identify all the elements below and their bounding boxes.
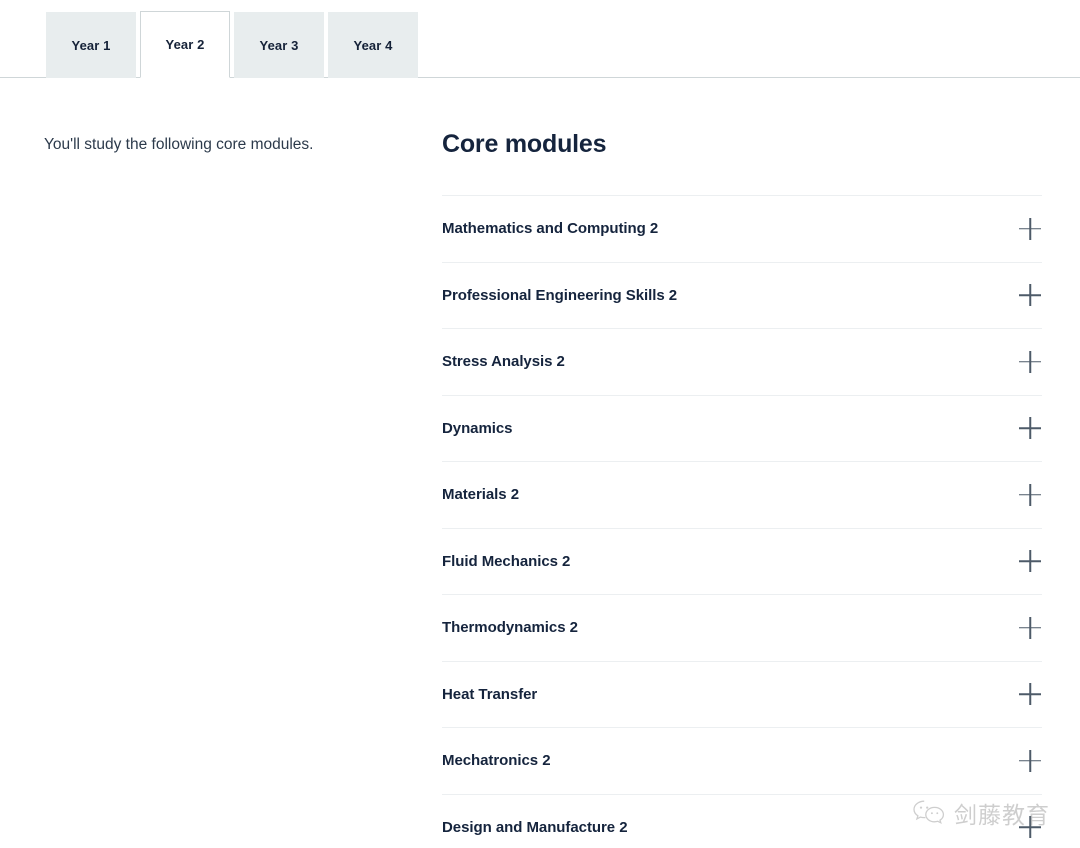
tab-year-3-label: Year 3 (259, 37, 299, 53)
module-label: Dynamics (442, 419, 513, 437)
module-label: Thermodynamics 2 (442, 619, 578, 637)
list-item: Design and Manufacture 2 (442, 795, 1042, 848)
tab-year-1[interactable]: Year 1 (46, 12, 136, 78)
module-label: Fluid Mechanics 2 (442, 552, 571, 570)
modules-column: Core modules Mathematics and Computing 2… (442, 130, 1080, 848)
module-accordion-toggle[interactable]: Thermodynamics 2 (442, 595, 1042, 661)
module-label: Mechatronics 2 (442, 752, 551, 770)
list-item: Dynamics (442, 396, 1042, 462)
plus-icon (1019, 816, 1041, 838)
page-title: Core modules (442, 130, 607, 158)
tab-year-2[interactable]: Year 2 (140, 11, 230, 78)
module-label: Design and Manufacture 2 (442, 818, 628, 836)
plus-icon (1019, 750, 1041, 772)
plus-icon (1019, 484, 1041, 506)
plus-icon (1019, 617, 1041, 639)
list-item: Thermodynamics 2 (442, 595, 1042, 662)
list-item: Stress Analysis 2 (442, 329, 1042, 396)
module-accordion-toggle[interactable]: Design and Manufacture 2 (442, 795, 1042, 848)
tab-panel-year-2: You'll study the following core modules.… (0, 78, 1080, 848)
list-item: Materials 2 (442, 462, 1042, 529)
plus-icon (1019, 683, 1041, 705)
module-label: Professional Engineering Skills 2 (442, 286, 678, 304)
tab-year-1-label: Year 1 (71, 37, 111, 53)
list-item: Professional Engineering Skills 2 (442, 263, 1042, 329)
module-accordion-toggle[interactable]: Materials 2 (442, 462, 1042, 528)
module-label: Materials 2 (442, 486, 519, 504)
tab-year-4-label: Year 4 (353, 37, 393, 53)
module-accordion-toggle[interactable]: Fluid Mechanics 2 (442, 529, 1042, 595)
tab-list: Year 1 Year 2 Year 3 Year 4 (46, 0, 418, 78)
intro-paragraph: You'll study the following core modules. (44, 136, 314, 153)
module-label: Heat Transfer (442, 685, 538, 703)
module-label: Stress Analysis 2 (442, 353, 565, 371)
year-tab-bar: Year 1 Year 2 Year 3 Year 4 (0, 0, 1080, 78)
core-modules-accordion: Mathematics and Computing 2 Professional… (442, 195, 1042, 848)
module-accordion-toggle[interactable]: Mechatronics 2 (442, 728, 1042, 794)
list-item: Mechatronics 2 (442, 728, 1042, 795)
plus-icon (1019, 417, 1041, 439)
intro-column: You'll study the following core modules. (0, 130, 442, 848)
list-item: Heat Transfer (442, 662, 1042, 728)
module-accordion-toggle[interactable]: Heat Transfer (442, 662, 1042, 728)
tab-year-3[interactable]: Year 3 (234, 12, 324, 78)
module-accordion-toggle[interactable]: Professional Engineering Skills 2 (442, 263, 1042, 329)
module-label: Mathematics and Computing 2 (442, 220, 659, 238)
plus-icon (1019, 550, 1041, 572)
plus-icon (1019, 284, 1041, 306)
module-accordion-toggle[interactable]: Mathematics and Computing 2 (442, 196, 1042, 262)
module-accordion-toggle[interactable]: Stress Analysis 2 (442, 329, 1042, 395)
module-accordion-toggle[interactable]: Dynamics (442, 396, 1042, 462)
tab-year-4[interactable]: Year 4 (328, 12, 418, 78)
tab-year-2-label: Year 2 (165, 37, 205, 52)
list-item: Fluid Mechanics 2 (442, 529, 1042, 595)
plus-icon (1019, 351, 1041, 373)
list-item: Mathematics and Computing 2 (442, 196, 1042, 263)
plus-icon (1019, 218, 1041, 240)
